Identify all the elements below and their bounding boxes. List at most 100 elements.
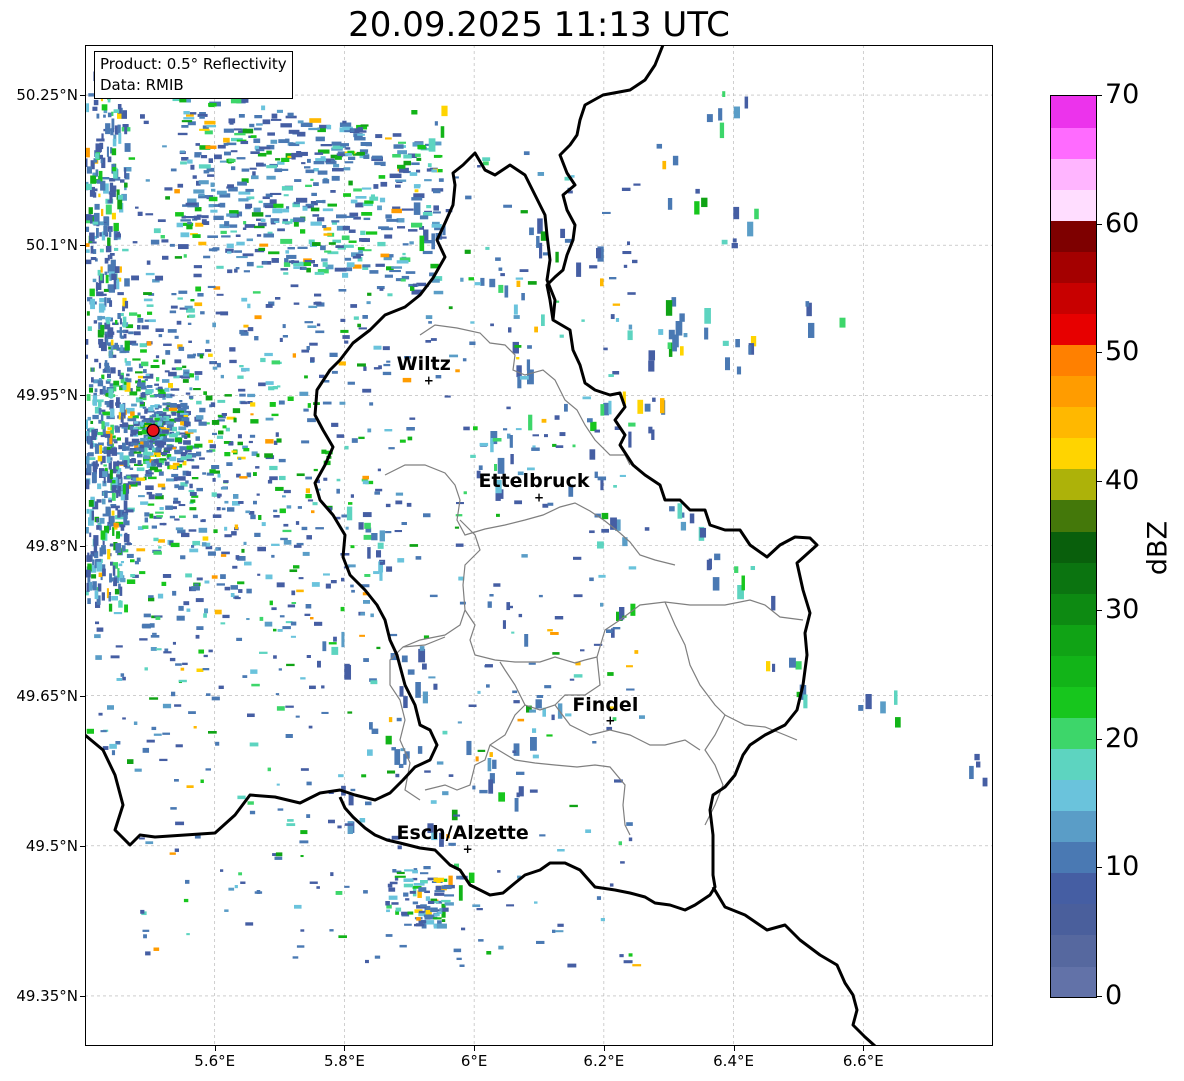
echo-cell (409, 417, 416, 420)
latitude-tick-label: 49.5°N (25, 836, 78, 855)
echo-cell (109, 253, 113, 260)
echo-cell (680, 521, 687, 531)
echo-cell (336, 478, 341, 482)
echo-cell (473, 426, 478, 431)
echo-cell (123, 428, 128, 434)
echo-cell (165, 438, 175, 442)
echo-cell (178, 244, 189, 250)
echo-cell (124, 125, 128, 135)
echo-cell (306, 346, 310, 351)
echo-cell (174, 417, 182, 422)
echo-cell (93, 99, 99, 106)
echo-cell (288, 129, 300, 134)
longitude-tick-label: 5.8°E (324, 1052, 365, 1070)
echo-cell (239, 365, 244, 368)
echo-cell (227, 251, 232, 254)
echo-cell (111, 492, 116, 501)
echo-cell (234, 250, 242, 253)
echo-cell (327, 203, 337, 207)
echo-cell (382, 346, 390, 351)
echo-cell (116, 437, 121, 441)
echo-cell (278, 139, 289, 144)
echo-cell (117, 199, 123, 210)
echo-cell (159, 507, 164, 511)
echo-cell (243, 221, 247, 225)
echo-cell (183, 601, 190, 606)
echo-cell (227, 184, 234, 188)
echo-cell (369, 196, 379, 201)
echo-cell (152, 447, 156, 451)
echo-cell (256, 493, 260, 496)
echo-cell (554, 616, 564, 620)
echo-cell (413, 883, 425, 886)
echo-cell (296, 589, 304, 593)
echo-cell (396, 871, 405, 875)
echo-cell (142, 525, 149, 529)
echo-cell (602, 211, 611, 214)
echo-cell (403, 696, 408, 709)
echo-cell (89, 532, 92, 538)
echo-cell (242, 675, 248, 678)
echo-cell (512, 750, 517, 754)
echo-cell (241, 548, 245, 553)
echo-cell (180, 219, 191, 222)
echo-cell (341, 577, 345, 582)
echo-cell (361, 238, 370, 243)
echo-cell (291, 152, 303, 158)
echo-cell (366, 301, 371, 305)
echo-cell (322, 401, 332, 405)
echo-cell (569, 804, 578, 808)
echo-cell (96, 518, 99, 523)
echo-cell (118, 485, 121, 497)
colorbar-segment (1051, 903, 1096, 936)
echo-cell (340, 606, 345, 612)
echo-cell (736, 366, 742, 375)
echo-cell (310, 207, 320, 212)
echo-cell (330, 580, 337, 584)
echo-cell (385, 934, 393, 937)
echo-cell (109, 300, 113, 307)
echo-cell (506, 904, 515, 907)
echo-cell (146, 739, 155, 743)
echo-cell (107, 705, 114, 710)
echo-cell (392, 133, 402, 137)
echo-cell (250, 151, 260, 155)
echo-cell (387, 770, 396, 774)
echo-cell (165, 505, 173, 510)
echo-cell (276, 109, 283, 113)
radar-map[interactable]: + + + + (85, 45, 993, 1046)
echo-cell (149, 513, 154, 519)
echo-cell (188, 314, 196, 318)
echo-cell (286, 505, 292, 509)
echo-cell (276, 783, 280, 786)
echo-cell (463, 491, 467, 495)
echo-cell (441, 105, 448, 117)
echo-cell (229, 347, 236, 352)
echo-cell (362, 475, 370, 480)
echo-cell (155, 511, 164, 514)
colorbar-tick (1096, 352, 1102, 354)
echo-cell (392, 869, 397, 873)
echo-cell (367, 547, 371, 559)
echo-cell (370, 680, 378, 685)
echo-cell (290, 284, 299, 288)
echo-cell (276, 582, 285, 588)
echo-cell (246, 261, 254, 267)
echo-cell (102, 471, 108, 478)
product-label: Product: 0.5° Reflectivity (100, 55, 287, 73)
echo-cell (97, 455, 103, 462)
echo-cell (310, 357, 315, 363)
echo-cell (433, 189, 441, 194)
echo-cell (307, 158, 311, 163)
echo-cell (144, 378, 148, 381)
echo-cell (154, 441, 164, 446)
echo-cell (186, 224, 193, 230)
radar-site-marker[interactable] (146, 423, 160, 437)
echo-cell (277, 808, 284, 811)
echo-cell (135, 371, 143, 374)
echo-cell (115, 645, 123, 648)
echo-cell (363, 217, 371, 221)
echo-cell (130, 474, 139, 478)
echo-cell (652, 397, 656, 402)
echo-cell (108, 603, 113, 612)
